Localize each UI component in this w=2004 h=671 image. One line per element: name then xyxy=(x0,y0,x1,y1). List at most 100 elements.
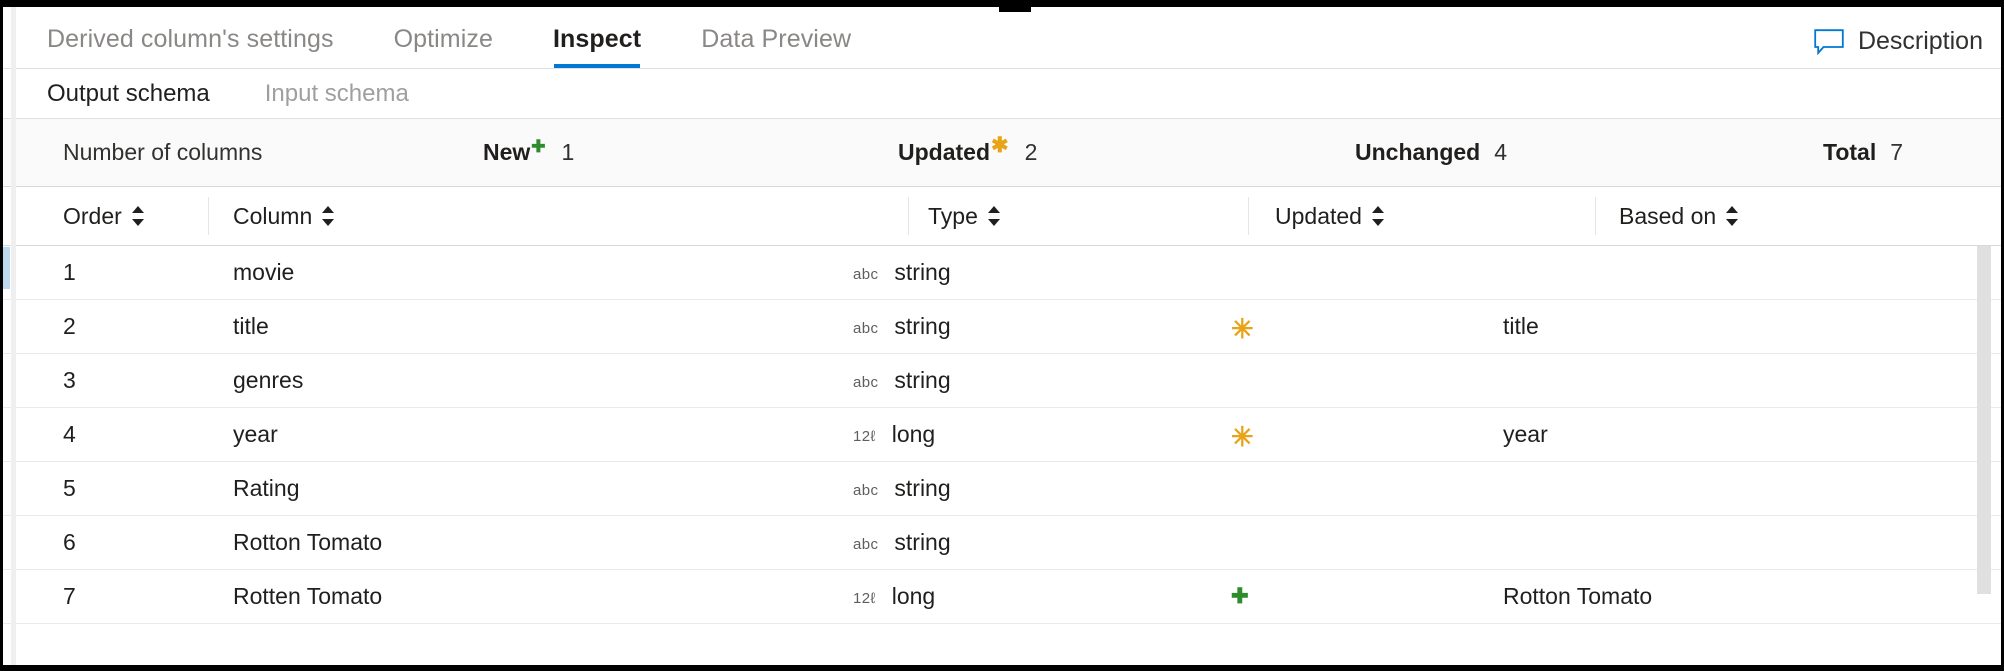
cell-based-on: Rotton Tomato xyxy=(1503,570,1652,623)
abc-type-icon: abc xyxy=(853,536,878,553)
cell-order: 7 xyxy=(63,570,76,623)
header-label: Type xyxy=(928,203,978,230)
subtab-label: Output schema xyxy=(47,80,210,107)
cell-order: 4 xyxy=(63,408,76,461)
sort-icon[interactable] xyxy=(132,205,145,227)
asterisk-icon: ✳ xyxy=(1231,316,1254,343)
tab-optimize[interactable]: Optimize xyxy=(394,25,493,68)
cell-order: 5 xyxy=(63,462,76,515)
abc-type-icon: abc xyxy=(853,266,878,283)
stat-updated-value: 2 xyxy=(1025,139,1038,166)
column-header-type[interactable]: Type xyxy=(928,187,1001,245)
column-divider xyxy=(1595,197,1596,235)
sort-icon[interactable] xyxy=(1726,205,1739,227)
table-row[interactable]: 1 movie abcstring xyxy=(3,246,2001,300)
cell-type: abcstring xyxy=(853,354,951,407)
tab-derived-column-settings[interactable]: Derived column's settings xyxy=(47,25,334,68)
table-row[interactable]: 5Ratingabcstring xyxy=(3,462,2001,516)
table-row[interactable]: 2 title abc string ✳ title xyxy=(3,300,2001,354)
cell-type: abcstring xyxy=(853,462,951,515)
asterisk-icon: ✱ xyxy=(991,135,1009,156)
plus-icon: ✚ xyxy=(531,138,545,155)
cell-type: 12ℓ long xyxy=(853,570,935,623)
subtab-label: Input schema xyxy=(265,80,409,107)
tab-bar: Derived column's settings Optimize Inspe… xyxy=(3,7,2001,69)
stat-new-value: 1 xyxy=(562,139,575,166)
tab-data-preview[interactable]: Data Preview xyxy=(701,25,851,68)
column-header-column[interactable]: Column xyxy=(233,187,335,245)
subtab-input-schema[interactable]: Input schema xyxy=(265,80,409,108)
abc-type-icon: abc xyxy=(853,320,878,337)
cell-order: 1 xyxy=(63,246,76,299)
type-label: string xyxy=(894,529,950,556)
type-label: string xyxy=(894,313,950,340)
cell-type: abcstring xyxy=(853,246,951,299)
column-header-updated[interactable]: Updated xyxy=(1275,187,1385,245)
app-window: Derived column's settings Optimize Inspe… xyxy=(0,0,2004,671)
cell-order: 2 xyxy=(63,300,76,353)
description-label: Description xyxy=(1858,27,1983,56)
cell-column-name: movie xyxy=(233,246,294,299)
cell-order: 6 xyxy=(63,516,76,569)
stat-total: Total 7 xyxy=(1823,139,1903,166)
type-label: string xyxy=(894,475,950,502)
abc-type-icon: abc xyxy=(853,374,878,391)
cell-type: 12ℓ long xyxy=(853,408,935,461)
cell-type: abc string xyxy=(853,516,951,569)
inspect-panel: Derived column's settings Optimize Inspe… xyxy=(3,7,2001,665)
table-row[interactable]: 3genresabcstring xyxy=(3,354,2001,408)
header-label: Order xyxy=(63,203,122,230)
schema-subtab-bar: Output schema Input schema xyxy=(3,69,2001,119)
number-type-icon: 12ℓ xyxy=(853,428,876,445)
tab-label: Data Preview xyxy=(701,25,851,53)
type-label: long xyxy=(892,583,935,610)
table-row[interactable]: 6 Rotton Tomato abc string xyxy=(3,516,2001,570)
vertical-scrollbar[interactable] xyxy=(1977,246,1991,653)
table-row[interactable]: 4year12ℓlong✳year xyxy=(3,408,2001,462)
column-header-order[interactable]: Order xyxy=(63,187,145,245)
window-notch xyxy=(999,0,1031,12)
cell-type: abc string xyxy=(853,300,951,353)
stat-updated: Updated ✱ 2 xyxy=(898,139,1037,166)
stat-new-label: New xyxy=(483,139,530,166)
schema-table: Order Column Type Updated xyxy=(3,187,2001,665)
description-button[interactable]: Description xyxy=(1814,27,1983,56)
sort-icon[interactable] xyxy=(322,205,335,227)
subtab-output-schema[interactable]: Output schema xyxy=(47,80,210,108)
table-row[interactable]: 7 Rotten Tomato 12ℓ long ✚ Rotton Tomato xyxy=(3,570,2001,624)
plus-icon: ✚ xyxy=(1231,586,1249,607)
tab-label: Derived column's settings xyxy=(47,25,334,53)
stat-total-value: 7 xyxy=(1890,139,1903,166)
header-label: Based on xyxy=(1619,203,1716,230)
stat-total-label: Total xyxy=(1823,139,1876,166)
left-rail xyxy=(11,7,16,665)
cell-updated: ✳ xyxy=(1231,408,1254,461)
tab-label: Optimize xyxy=(394,25,493,53)
column-stats-bar: Number of columns New ✚ 1 Updated ✱ 2 Un… xyxy=(3,119,2001,187)
tab-label: Inspect xyxy=(553,25,641,53)
speech-bubble-icon xyxy=(1814,29,1844,55)
cell-updated: ✚ xyxy=(1231,570,1249,623)
cell-column-name: title xyxy=(233,300,269,353)
tab-inspect[interactable]: Inspect xyxy=(553,25,641,68)
stats-caption: Number of columns xyxy=(63,139,262,166)
stat-updated-label: Updated xyxy=(898,139,990,166)
cell-order: 3 xyxy=(63,354,76,407)
scrollbar-thumb[interactable] xyxy=(1977,246,1991,594)
cell-based-on: title xyxy=(1503,300,1539,353)
table-body: 1movieabcstring2titleabcstring✳title3gen… xyxy=(3,246,2001,624)
cell-column-name: Rotton Tomato xyxy=(233,516,382,569)
header-label: Updated xyxy=(1275,203,1362,230)
type-label: long xyxy=(892,421,935,448)
sort-icon[interactable] xyxy=(1372,205,1385,227)
asterisk-icon: ✳ xyxy=(1231,424,1254,451)
column-divider xyxy=(1248,197,1249,235)
column-divider xyxy=(208,197,209,235)
column-header-based-on[interactable]: Based on xyxy=(1619,187,1739,245)
left-selection-accent xyxy=(3,247,10,289)
sort-icon[interactable] xyxy=(988,205,1001,227)
cell-column-name: Rotten Tomato xyxy=(233,570,382,623)
cell-updated: ✳ xyxy=(1231,300,1254,353)
cell-column-name: year xyxy=(233,408,278,461)
number-type-icon: 12ℓ xyxy=(853,590,876,607)
